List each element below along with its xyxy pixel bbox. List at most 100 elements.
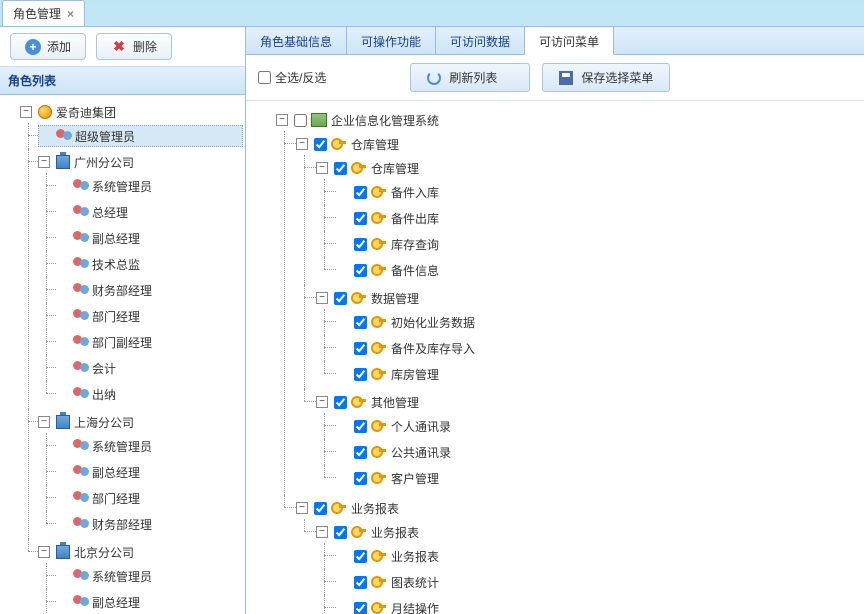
menu-checkbox[interactable] [354, 446, 367, 459]
menu-tree: −企业信息化管理系统−仓库管理−仓库管理备件入库备件出库库存查询备件信息−数据管… [256, 107, 854, 614]
save-button[interactable]: 保存选择菜单 [542, 63, 670, 92]
menu-label: 初始化业务数据 [391, 314, 475, 331]
sub-tab[interactable]: 可操作功能 [347, 27, 436, 54]
menu-checkbox[interactable] [334, 526, 347, 539]
menu-item[interactable]: 库存查询 [336, 233, 854, 255]
tree-root[interactable]: −爱奇迪集团 [20, 101, 243, 123]
menu-checkbox[interactable] [334, 292, 347, 305]
tree-role[interactable]: 总经理 [56, 201, 243, 223]
menu-checkbox[interactable] [354, 186, 367, 199]
menu-item[interactable]: 公共通讯录 [336, 441, 854, 463]
menu-checkbox[interactable] [354, 550, 367, 563]
menu-checkbox[interactable] [354, 264, 367, 277]
menu-item[interactable]: 月结操作 [336, 597, 854, 614]
tree-role[interactable]: 部门副经理 [56, 331, 243, 353]
node-label: 广州分公司 [74, 154, 134, 171]
node-label: 总经理 [92, 204, 128, 221]
menu-checkbox[interactable] [354, 212, 367, 225]
sub-tab[interactable]: 可访问菜单 [525, 27, 614, 55]
menu-item[interactable]: 备件出库 [336, 207, 854, 229]
menu-root[interactable]: −企业信息化管理系统 [276, 109, 854, 131]
menu-item[interactable]: 初始化业务数据 [336, 311, 854, 333]
tree-branch[interactable]: −北京分公司 [38, 541, 243, 563]
menu-group[interactable]: −仓库管理 [296, 133, 854, 155]
tree-role[interactable]: 会计 [56, 357, 243, 379]
menu-checkbox[interactable] [354, 342, 367, 355]
menu-checkbox[interactable] [314, 502, 327, 515]
menu-subgroup[interactable]: − 数据管理 [316, 287, 854, 309]
tree-role[interactable]: 副总经理 [56, 227, 243, 249]
people-icon [73, 308, 89, 324]
menu-label: 仓库管理 [371, 160, 419, 177]
menu-checkbox[interactable] [334, 396, 347, 409]
menu-item[interactable]: 个人通讯录 [336, 415, 854, 437]
menu-item[interactable]: 图表统计 [336, 571, 854, 593]
menu-item[interactable]: 库房管理 [336, 363, 854, 385]
role-tree-container[interactable]: −爱奇迪集团超级管理员−广州分公司系统管理员总经理副总经理技术总监财务部经理部门… [0, 95, 245, 614]
close-icon[interactable]: × [67, 7, 74, 21]
tree-role[interactable]: 部门经理 [56, 305, 243, 327]
expander-icon[interactable]: − [316, 396, 328, 408]
menu-label: 数据管理 [371, 290, 419, 307]
expander-icon[interactable]: − [316, 526, 328, 538]
tree-branch[interactable]: −上海分公司 [38, 411, 243, 433]
tree-role[interactable]: 副总经理 [56, 461, 243, 483]
tree-role[interactable]: 副总经理 [56, 591, 243, 613]
menu-item[interactable]: 客户管理 [336, 467, 854, 489]
menu-checkbox[interactable] [354, 238, 367, 251]
refresh-button[interactable]: 刷新列表 [410, 63, 530, 92]
menu-checkbox[interactable] [354, 472, 367, 485]
expander-icon[interactable]: − [316, 162, 328, 174]
menu-subgroup[interactable]: − 仓库管理 [316, 157, 854, 179]
expander-icon[interactable]: − [38, 156, 50, 168]
menu-subgroup[interactable]: −其他管理 [316, 391, 854, 413]
add-button[interactable]: + 添加 [10, 33, 86, 60]
menu-group[interactable]: −业务报表 [296, 497, 854, 519]
expander-icon[interactable]: − [276, 114, 288, 126]
window-tab[interactable]: 角色管理 × [2, 0, 85, 26]
menu-subgroup[interactable]: −业务报表 [316, 521, 854, 543]
expander-icon[interactable]: − [316, 292, 328, 304]
menu-checkbox[interactable] [294, 114, 307, 127]
tree-role[interactable]: 系统管理员 [56, 175, 243, 197]
tree-role[interactable]: 财务部经理 [56, 279, 243, 301]
sub-tab[interactable]: 可访问数据 [436, 27, 525, 54]
menu-item[interactable]: 备件信息 [336, 259, 854, 281]
tree-branch[interactable]: − 广州分公司 [38, 151, 243, 173]
tree-role[interactable]: 技术总监 [56, 253, 243, 275]
tree-role[interactable]: 出纳 [56, 383, 243, 405]
action-bar: 全选/反选 刷新列表 保存选择菜单 [246, 55, 864, 101]
menu-checkbox[interactable] [314, 138, 327, 151]
tree-role[interactable]: 财务部经理 [56, 513, 243, 535]
menu-item[interactable]: 备件入库 [336, 181, 854, 203]
menu-label: 备件出库 [391, 210, 439, 227]
menu-item[interactable]: 业务报表 [336, 545, 854, 567]
select-all-checkbox[interactable] [258, 71, 271, 84]
menu-checkbox[interactable] [354, 368, 367, 381]
expander-icon[interactable]: − [38, 546, 50, 558]
tree-role[interactable]: 系统管理员 [56, 435, 243, 457]
tree-role[interactable]: 部门经理 [56, 487, 243, 509]
role-tree: −爱奇迪集团超级管理员−广州分公司系统管理员总经理副总经理技术总监财务部经理部门… [2, 99, 243, 614]
menu-checkbox[interactable] [354, 602, 367, 614]
menu-checkbox[interactable] [354, 576, 367, 589]
node-label: 副总经理 [92, 464, 140, 481]
select-all-toggle[interactable]: 全选/反选 [258, 69, 326, 86]
delete-button[interactable]: ✖ 删除 [96, 33, 172, 60]
node-label: 系统管理员 [92, 568, 152, 585]
menu-checkbox[interactable] [354, 420, 367, 433]
save-icon [559, 71, 573, 85]
menu-label: 库存查询 [391, 236, 439, 253]
expander-icon[interactable]: − [296, 502, 308, 514]
sub-tab[interactable]: 角色基础信息 [246, 27, 347, 54]
menu-checkbox[interactable] [334, 162, 347, 175]
expander-icon[interactable]: − [38, 416, 50, 428]
expander-icon[interactable]: − [296, 138, 308, 150]
menu-tree-container[interactable]: −企业信息化管理系统−仓库管理−仓库管理备件入库备件出库库存查询备件信息−数据管… [246, 101, 864, 614]
menu-checkbox[interactable] [354, 316, 367, 329]
people-icon [73, 256, 89, 272]
tree-role[interactable]: 超级管理员 [38, 125, 243, 147]
menu-item[interactable]: 备件及库存导入 [336, 337, 854, 359]
expander-icon[interactable]: − [20, 106, 32, 118]
tree-role[interactable]: 系统管理员 [56, 565, 243, 587]
